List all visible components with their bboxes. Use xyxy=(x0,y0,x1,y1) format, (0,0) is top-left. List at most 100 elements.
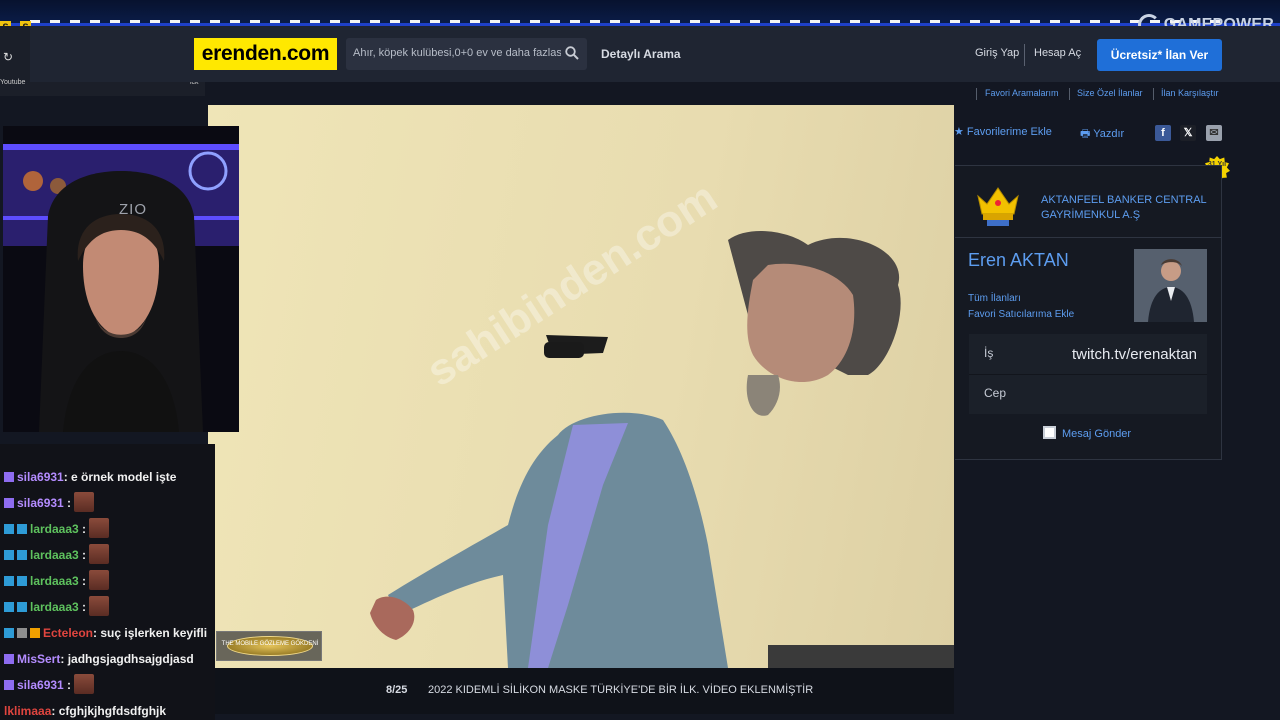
chat-message: MisSert: jadhgsjagdhsajgdjasd xyxy=(4,648,194,670)
favorite-searches-link[interactable]: Favori Aramalarım xyxy=(985,88,1059,98)
chat-emote-icon xyxy=(74,492,95,512)
crown-icon xyxy=(977,187,1019,226)
favorite-seller-link[interactable]: Favori Satıcılarıma Ekle xyxy=(968,309,1074,320)
divider xyxy=(1024,44,1025,66)
chat-badge-icon xyxy=(4,628,14,638)
chat-badge-icon xyxy=(4,576,14,586)
chat-username[interactable]: lardaaa3 xyxy=(30,600,79,614)
chat-text: : xyxy=(63,496,72,510)
seller-panel: AKTANFEEL BANKER CENTRAL GAYRİMENKUL A.Ş… xyxy=(955,165,1222,460)
chat-badge-icon xyxy=(4,680,14,690)
chat-emote-icon xyxy=(89,570,110,590)
chat-emote-icon xyxy=(89,596,110,616)
mail-icon[interactable]: ✉ xyxy=(1206,125,1222,141)
person-face xyxy=(747,263,855,383)
chat-badge-icon xyxy=(17,524,27,534)
chat-badge-icon xyxy=(4,472,14,482)
sunglasses-lens xyxy=(544,342,584,358)
chat-badge-icon xyxy=(30,628,40,638)
search-input[interactable]: Ahır, köpek kulübesi,0+0 ev ve daha fazl… xyxy=(346,38,587,70)
mobile-phone-label: Cep xyxy=(984,386,1007,400)
chat-badge-icon xyxy=(17,602,27,612)
stream-top-strip xyxy=(0,0,1280,26)
chat-message: sila6931 : xyxy=(4,492,95,514)
chat-text: : cfghjkjhgfdsdfghjk xyxy=(51,704,167,718)
chat-username[interactable]: Ecteleon xyxy=(43,626,93,640)
login-link[interactable]: Giriş Yap xyxy=(975,47,1019,59)
seller-name[interactable]: Eren AKTAN xyxy=(968,250,1069,271)
chat-message: lardaaa3 : xyxy=(4,544,110,566)
chat-username[interactable]: lardaaa3 xyxy=(30,522,79,536)
chat-emote-icon xyxy=(74,674,95,694)
streamer-webcam: ZIO xyxy=(3,126,239,432)
stream-badge: THE MOBILE GÖZLEME GÖKDENİ xyxy=(216,631,322,661)
add-favorite-label: Favorilerime Ekle xyxy=(966,126,1052,138)
chat-username[interactable]: lardaaa3 xyxy=(30,548,79,562)
x-icon[interactable]: 𝕏 xyxy=(1180,125,1196,141)
photo-counter: 8/25 xyxy=(386,684,408,696)
chat-badge-icon xyxy=(4,602,14,612)
chat-message: lardaaa3 : xyxy=(4,570,110,592)
photo-scene xyxy=(370,230,954,668)
detailed-search-link[interactable]: Detaylı Arama xyxy=(601,47,681,61)
header-sublinks: Favori Aramalarım Size Özel İlanlar İlan… xyxy=(956,88,1226,102)
compare-ads-link[interactable]: İlan Karşılaştır xyxy=(1161,88,1219,98)
photo-caption-bar: 8/25 2022 KIDEMLİ SİLİKON MASKE TÜRKİYE'… xyxy=(208,668,954,714)
chat-username[interactable]: sila6931 xyxy=(17,678,64,692)
contact-box: İş twitch.tv/erenaktan Cep xyxy=(969,334,1207,414)
chat-text: : jadhgsjagdhsajgdjasd xyxy=(60,652,194,666)
work-phone-value[interactable]: twitch.tv/erenaktan xyxy=(1072,346,1197,363)
facebook-icon[interactable]: f xyxy=(1155,125,1171,141)
chat-message: lardaaa3 : xyxy=(4,518,110,540)
site-header: erenden.com Ahır, köpek kulübesi,0+0 ev … xyxy=(30,26,1280,82)
divider xyxy=(976,88,977,100)
chat-text: : xyxy=(78,600,87,614)
divider xyxy=(1153,88,1154,100)
stream-chat: sila6931: e örnek model işte sila6931 : la… xyxy=(0,444,215,720)
add-favorite-link[interactable]: ★ Favorilerime Ekle xyxy=(954,125,1052,138)
chat-badge-icon xyxy=(17,576,27,586)
chat-badge-icon xyxy=(4,498,14,508)
listing-photo[interactable]: sahibinden.com THE MOBILE GÖZLEME GÖKDEN… xyxy=(208,105,954,668)
divider xyxy=(969,374,1207,375)
ground-shadow xyxy=(768,645,954,668)
reload-icon[interactable]: ↻ xyxy=(3,50,13,64)
chat-emote-icon xyxy=(89,544,110,564)
chat-text: : xyxy=(78,522,87,536)
photo-caption: 2022 KIDEMLİ SİLİKON MASKE TÜRKİYE'DE Bİ… xyxy=(428,684,814,696)
print-link[interactable]: 🖶 Yazdır xyxy=(1080,125,1124,144)
send-message-button[interactable]: Mesaj Gönder xyxy=(1043,426,1131,440)
chat-badge-icon xyxy=(17,628,27,638)
post-ad-button[interactable]: Ücretsiz* İlan Ver xyxy=(1097,39,1222,71)
chat-username[interactable]: lklimaaa xyxy=(4,704,51,718)
bookmark-youtube[interactable]: Youtube xyxy=(0,79,25,86)
chat-badge-icon xyxy=(4,524,14,534)
chat-badge-icon xyxy=(4,550,14,560)
special-ads-link[interactable]: Size Özel İlanlar xyxy=(1077,88,1143,98)
badge-text: THE MOBILE GÖZLEME GÖKDENİ xyxy=(221,641,319,647)
divider xyxy=(1069,88,1070,100)
chat-username[interactable]: sila6931 xyxy=(17,470,64,484)
chat-username[interactable]: sila6931 xyxy=(17,496,64,510)
search-icon[interactable] xyxy=(565,46,579,60)
chat-message: sila6931: e örnek model işte xyxy=(4,466,176,488)
chat-text: : e örnek model işte xyxy=(63,470,177,484)
company-name[interactable]: AKTANFEEL BANKER CENTRAL GAYRİMENKUL A.Ş xyxy=(1041,193,1219,223)
chat-message: sila6931 : xyxy=(4,674,95,696)
chat-message: Ecteleon: suç işlerken keyifli xyxy=(4,622,207,644)
site-logo[interactable]: erenden.com xyxy=(194,38,337,70)
seller-avatar[interactable] xyxy=(1134,249,1207,322)
person-beard xyxy=(746,375,780,416)
register-link[interactable]: Hesap Aç xyxy=(1034,47,1081,59)
chair-brand: ZIO xyxy=(119,201,147,218)
listing-actions: ★ Favorilerime Ekle 🖶 Yazdır f 𝕏 ✉ xyxy=(954,118,1222,148)
webcam-scene xyxy=(3,126,239,432)
chat-username[interactable]: lardaaa3 xyxy=(30,574,79,588)
all-ads-link[interactable]: Tüm İlanları xyxy=(968,293,1021,304)
chat-text: : xyxy=(78,574,87,588)
chat-emote-icon xyxy=(89,518,110,538)
chat-badge-icon xyxy=(17,550,27,560)
search-placeholder: Ahır, köpek kulübesi,0+0 ev ve daha fazl… xyxy=(353,47,561,59)
chat-username[interactable]: MisSert xyxy=(17,652,60,666)
screen: S S GAMEPOWER ↻ Youtube ick erenden.com … xyxy=(0,0,1280,720)
